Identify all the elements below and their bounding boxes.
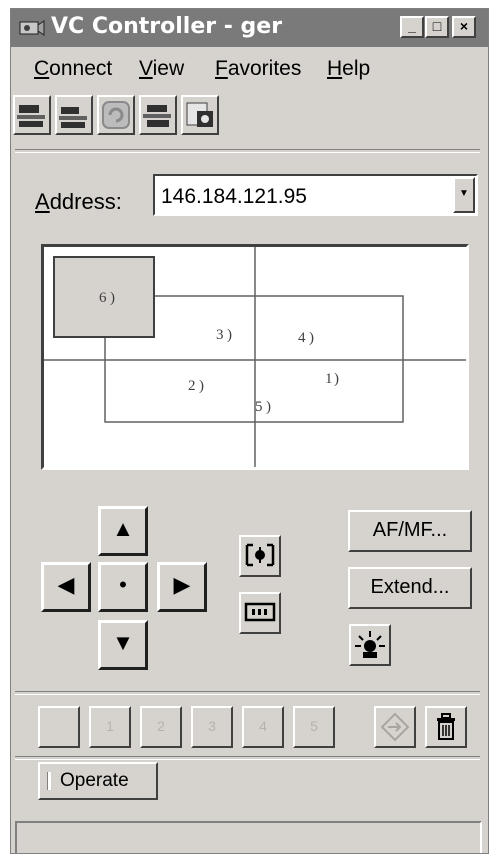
- preset-slot-3-label: 3: [208, 718, 216, 734]
- store-preset-icon: [380, 712, 410, 742]
- minimize-button[interactable]: _: [400, 16, 424, 38]
- preset-4-mark: ): [309, 330, 314, 346]
- address-dropdown-button[interactable]: ▼: [453, 177, 475, 213]
- maximize-icon: □: [432, 18, 442, 34]
- arrow-up-icon: ▲: [112, 516, 134, 541]
- preset-position-map[interactable]: 6 ) 3 ) 4 ) 2 ) 1 ) 5 ): [41, 244, 469, 470]
- preset-slot-5[interactable]: 5: [293, 706, 335, 748]
- tilt-down-button[interactable]: ▼: [98, 620, 148, 670]
- pan-right-button[interactable]: ▶: [157, 562, 207, 612]
- disconnect-camera-button[interactable]: [55, 95, 93, 135]
- zoom-tele-button[interactable]: [239, 535, 281, 577]
- favorites-button[interactable]: [181, 95, 219, 135]
- menu-favorites-mnemonic: F: [215, 57, 228, 80]
- preset-5-mark: ): [266, 399, 271, 415]
- menu-favorites[interactable]: Favorites: [215, 57, 301, 81]
- status-bar: [15, 821, 482, 853]
- address-value[interactable]: 146.184.121.95: [161, 185, 307, 209]
- af-mf-button[interactable]: AF/MF...: [348, 510, 472, 552]
- window-title: VC Controller - ger: [51, 14, 283, 39]
- backlight-button[interactable]: [349, 624, 391, 666]
- preset-6[interactable]: 6: [99, 290, 107, 306]
- address-label-text: ddress:: [49, 189, 122, 214]
- preset-3[interactable]: 3: [216, 327, 224, 343]
- close-button[interactable]: ×: [452, 16, 476, 38]
- zoom-wide-button[interactable]: [239, 592, 281, 634]
- preset-slot-1-label: 1: [106, 718, 114, 734]
- delete-preset-button[interactable]: [425, 706, 467, 748]
- pan-left-button[interactable]: ◀: [41, 562, 91, 612]
- operate-divider: [15, 756, 480, 760]
- camera-settings-button[interactable]: [139, 95, 177, 135]
- preset-2[interactable]: 2: [188, 378, 196, 394]
- operate-toggle-button[interactable]: Operate: [38, 762, 158, 800]
- tilt-up-button[interactable]: ▲: [98, 506, 148, 556]
- address-combobox[interactable]: 146.184.121.95 ▼: [153, 174, 478, 216]
- menu-view-mnemonic: V: [139, 57, 153, 80]
- preset-2-mark: ): [199, 378, 204, 394]
- app-camera-icon: [19, 20, 45, 36]
- preset-6-mark: ): [110, 290, 115, 306]
- trash-icon: [437, 713, 455, 740]
- menu-help-mnemonic: H: [327, 57, 343, 80]
- toolbar-divider: [15, 149, 480, 153]
- preset-slot-1[interactable]: 1: [89, 706, 131, 748]
- menu-bar: Connect View Favorites Help: [11, 47, 488, 89]
- preset-slot-2[interactable]: 2: [140, 706, 182, 748]
- preset-1[interactable]: 1: [325, 371, 333, 387]
- favorites-icon: [186, 102, 213, 127]
- preset-slot-4[interactable]: 4: [242, 706, 284, 748]
- arrow-left-icon: ◀: [57, 572, 75, 597]
- home-dot-icon: •: [119, 572, 127, 597]
- preset-map-canvas[interactable]: 6 ) 3 ) 4 ) 2 ) 1 ) 5 ): [44, 247, 466, 467]
- preset-4[interactable]: 4: [298, 330, 306, 346]
- preset-3-mark: ): [227, 327, 232, 343]
- extend-button[interactable]: Extend...: [348, 567, 472, 609]
- backlight-icon: [355, 631, 385, 658]
- preset-slot-3[interactable]: 3: [191, 706, 233, 748]
- preset-slot-5-label: 5: [310, 718, 318, 734]
- arrow-right-icon: ▶: [173, 572, 191, 597]
- home-position-button[interactable]: •: [98, 562, 148, 612]
- refresh-button[interactable]: [97, 95, 135, 135]
- menu-view-label: iew: [152, 57, 185, 80]
- preset-1-mark: ): [334, 371, 339, 387]
- menu-connect[interactable]: Connect: [34, 57, 112, 81]
- close-icon: ×: [459, 18, 469, 34]
- toolbar: [11, 93, 488, 141]
- menu-help-label: elp: [342, 57, 371, 80]
- operate-label: Operate: [60, 770, 129, 791]
- connect-camera-button[interactable]: [13, 95, 51, 135]
- maximize-button[interactable]: □: [425, 16, 449, 38]
- preset-slot-4-label: 4: [259, 718, 267, 734]
- zoom-tele-icon: [245, 543, 275, 567]
- preset-slot-blank[interactable]: [38, 706, 80, 748]
- arrow-down-icon: ▼: [112, 630, 134, 655]
- address-label-mnemonic: A: [35, 189, 50, 214]
- menu-connect-label: onnect: [49, 57, 113, 80]
- menu-favorites-label: avorites: [227, 57, 302, 80]
- title-bar[interactable]: VC Controller - ger _ □ ×: [11, 9, 488, 47]
- chevron-down-icon: ▼: [459, 188, 469, 199]
- vc-controller-window: VC Controller - ger _ □ × Connect View F…: [10, 8, 489, 854]
- preset-slot-2-label: 2: [157, 718, 165, 734]
- zoom-wide-icon: [244, 602, 276, 622]
- store-preset-button[interactable]: [374, 706, 416, 748]
- menu-view[interactable]: View: [139, 57, 184, 81]
- camera-settings-icon: [143, 105, 171, 127]
- connect-camera-icon: [17, 105, 45, 127]
- menu-connect-mnemonic: C: [34, 57, 50, 80]
- address-label: Address:: [35, 189, 122, 215]
- operate-checkbox-icon: [47, 772, 51, 790]
- preset-5[interactable]: 5: [255, 399, 263, 415]
- disconnect-camera-icon: [59, 107, 87, 128]
- menu-help[interactable]: Help: [327, 57, 370, 81]
- preset-bar-divider: [15, 691, 480, 695]
- refresh-icon: [102, 101, 130, 129]
- minimize-icon: _: [408, 18, 416, 34]
